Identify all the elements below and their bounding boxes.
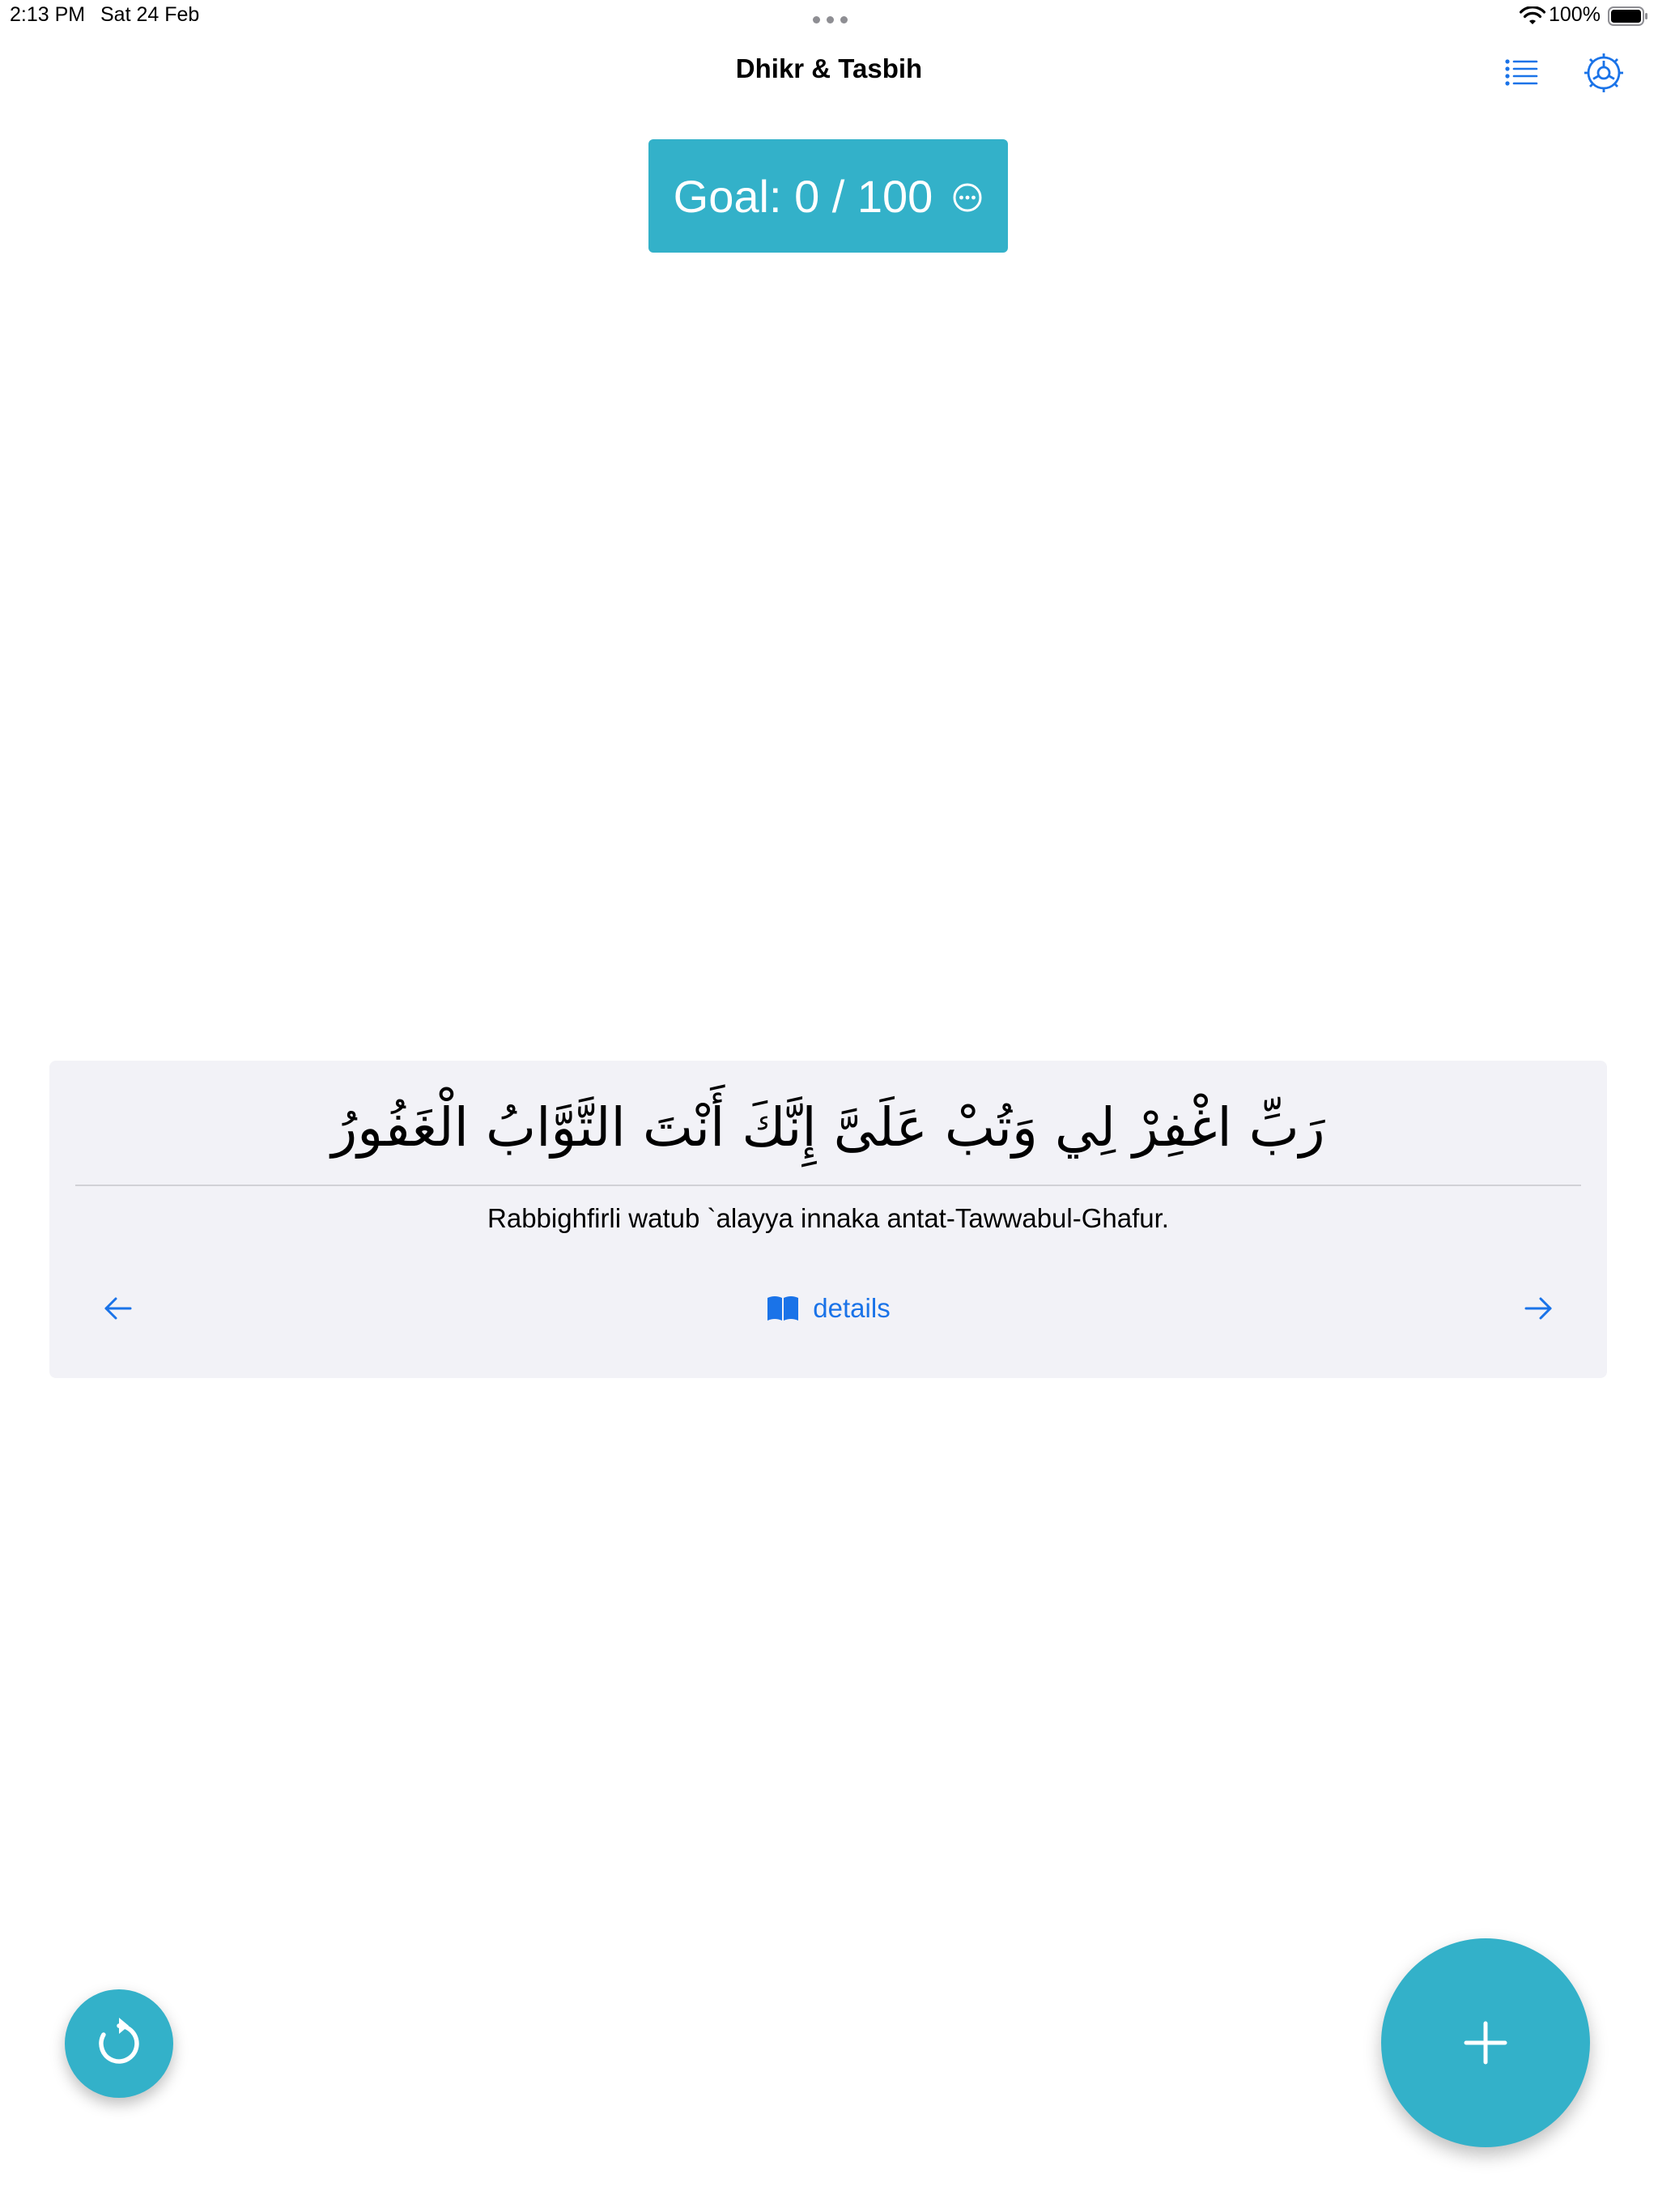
battery-percentage: 100% bbox=[1549, 3, 1601, 26]
status-time: 2:13 PM bbox=[10, 3, 86, 26]
status-date: Sat 24 Feb bbox=[100, 3, 200, 26]
divider bbox=[75, 1185, 1581, 1186]
reset-button[interactable] bbox=[65, 1989, 173, 2098]
add-count-button[interactable] bbox=[1381, 1938, 1590, 2147]
details-label: details bbox=[813, 1293, 891, 1323]
arabic-text: رَبِّ اغْفِرْ لِي وَتُبْ عَلَىَّ إِنَّكَ… bbox=[331, 1096, 1325, 1159]
arrow-right-icon[interactable] bbox=[1520, 1289, 1558, 1328]
status-bar: 2:13 PM Sat 24 Feb 100% bbox=[0, 0, 1658, 32]
list-icon[interactable] bbox=[1503, 54, 1540, 91]
battery-icon bbox=[1608, 6, 1647, 26]
gear-icon[interactable] bbox=[1582, 51, 1626, 95]
dhikr-card[interactable]: رَبِّ اغْفِرْ لِي وَتُبْ عَلَىَّ إِنَّكَ… bbox=[49, 1061, 1607, 1378]
multitasking-dots-icon[interactable] bbox=[813, 16, 848, 23]
wifi-icon bbox=[1520, 6, 1545, 24]
book-icon bbox=[767, 1296, 799, 1321]
goal-label: Goal: 0 / 100 bbox=[673, 170, 933, 222]
details-button[interactable]: details bbox=[766, 1293, 891, 1324]
arrow-left-icon[interactable] bbox=[98, 1289, 137, 1328]
transliteration-text: Rabbighfirli watub `alayya innaka antat-… bbox=[487, 1203, 1169, 1233]
details-button-container: details bbox=[49, 1289, 1607, 1328]
reset-icon bbox=[99, 2018, 139, 2064]
goal-button[interactable]: Goal: 0 / 100 bbox=[648, 139, 1008, 253]
page-title: Dhikr & Tasbih bbox=[735, 53, 923, 83]
plus-icon bbox=[1464, 2021, 1507, 2065]
ellipsis-circle-icon bbox=[953, 183, 982, 212]
